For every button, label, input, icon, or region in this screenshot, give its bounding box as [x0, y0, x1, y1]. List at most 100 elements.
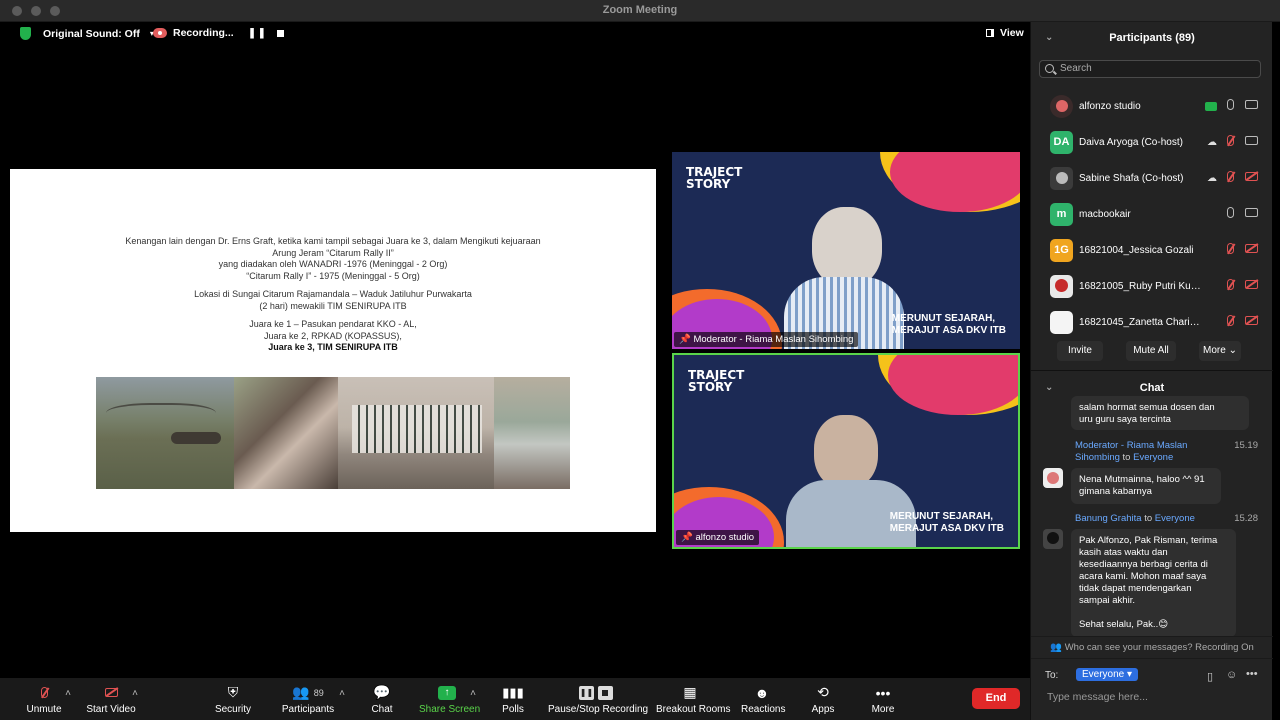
more-button[interactable]: ••• More: [871, 684, 895, 716]
chat-message: salam hormat semua dosen dan uru guru sa…: [1071, 396, 1249, 430]
shield-icon: ⛨: [227, 684, 239, 700]
collapse-chevron-icon[interactable]: ⌄: [1045, 22, 1053, 54]
camera-icon[interactable]: [1245, 208, 1258, 217]
video-off-icon: [104, 688, 118, 697]
muted-mic-icon[interactable]: [1227, 135, 1234, 146]
tile-caption: MERUNUT SEJARAH, MERAJUT ASA DKV ITB: [889, 511, 1004, 534]
video-tile-moderator[interactable]: TRAJECT STORY MERUNUT SEJARAH, MERAJUT ASA…: [672, 152, 1020, 349]
recipient-select[interactable]: Everyone ▾: [1076, 668, 1139, 681]
slide-line: “Citarum Rally I” - 1975 (Meninggal - 5 …: [246, 270, 420, 281]
pause-stop-recording-button[interactable]: ❚❚ Pause/Stop Recording: [548, 684, 648, 715]
video-tile-alfonzo[interactable]: TRAJECT STORY MERUNUT SEJARAH, MERAJUT ASA…: [672, 353, 1020, 549]
avatar: [1050, 166, 1073, 190]
more-dots-icon: •••: [875, 684, 891, 701]
polls-icon: ▮▮▮: [502, 684, 524, 700]
chat-timestamp: 15.19: [1234, 440, 1258, 451]
polls-button[interactable]: ▮▮▮ Polls: [499, 684, 527, 716]
chat-bubble-icon: 💬: [373, 684, 391, 700]
sharing-screen-icon: [1205, 101, 1217, 111]
meeting-toolbar: Unmute ˄ Start Video ˄ ⛨ Security 👥 89 Pa…: [0, 678, 1030, 720]
mic-icon[interactable]: [1227, 99, 1234, 110]
chat-more-icon[interactable]: •••: [1246, 668, 1258, 680]
camera-off-icon[interactable]: [1245, 244, 1258, 253]
participants-button[interactable]: 👥 89 Participants: [280, 684, 336, 715]
reactions-button[interactable]: ☻ Reactions: [741, 684, 785, 716]
camera-off-icon[interactable]: [1245, 172, 1258, 181]
end-meeting-button[interactable]: End: [972, 688, 1020, 709]
camera-icon[interactable]: [1245, 100, 1258, 109]
start-video-button[interactable]: Start Video: [86, 684, 136, 715]
participant-row[interactable]: 16821045_Zanetta Charissa...: [1031, 304, 1273, 340]
mute-all-button[interactable]: Mute All: [1126, 341, 1176, 361]
chat-message-text: salam hormat semua dosen dan: [1079, 402, 1215, 413]
pause-recording-icon[interactable]: ❚❚: [248, 27, 268, 39]
participants-more-button[interactable]: More ⌄: [1199, 341, 1241, 361]
participant-row[interactable]: 16821005_Ruby Putri Kurnia...: [1031, 268, 1273, 304]
stop-recording-icon[interactable]: [277, 29, 285, 37]
avatar: [1050, 274, 1073, 298]
avatar: [1050, 94, 1073, 118]
chat-message-text: gimana kabarnya: [1079, 486, 1152, 497]
chat-message-text: uru guru saya tercinta: [1079, 414, 1171, 425]
participants-search-input[interactable]: Search: [1039, 60, 1261, 78]
unmute-button[interactable]: Unmute: [26, 684, 62, 715]
stop-icon: [598, 685, 613, 700]
chat-button[interactable]: 💬 Chat: [367, 684, 397, 715]
participant-row[interactable]: m macbookair: [1031, 196, 1273, 232]
view-button[interactable]: View: [986, 27, 1024, 39]
muted-mic-icon[interactable]: [1227, 171, 1234, 182]
meeting-topbar: Original Sound: Off ▾ Recording... ❚❚ Vi…: [0, 22, 1030, 46]
participant-row[interactable]: alfonzo studio: [1031, 88, 1273, 124]
slide-line: Kenangan lain dengan Dr. Erns Graft, ket…: [125, 236, 541, 246]
chat-message-text: sampai akhir.: [1079, 595, 1135, 606]
chat-message-text: acara kami. Mohon maaf saya: [1079, 571, 1207, 582]
breakout-rooms-button[interactable]: ▦ Breakout Rooms: [656, 684, 730, 715]
original-sound-toggle[interactable]: Original Sound: Off ▾: [20, 27, 154, 40]
view-icon: [986, 29, 994, 37]
file-icon[interactable]: ▯: [1207, 670, 1213, 683]
apps-button[interactable]: ⟲ Apps: [811, 684, 835, 715]
camera-icon[interactable]: [1245, 136, 1258, 145]
avatar: [1043, 468, 1063, 488]
participant-name: 16821004_Jessica Gozali: [1079, 244, 1194, 256]
participant-row[interactable]: 1G 16821004_Jessica Gozali: [1031, 232, 1273, 268]
muted-mic-icon[interactable]: [1227, 315, 1234, 326]
mic-icon[interactable]: [1227, 207, 1234, 218]
video-options-chevron-icon[interactable]: ˄: [131, 688, 139, 699]
camera-off-icon[interactable]: [1245, 316, 1258, 325]
emoji-icon[interactable]: ☺: [1226, 669, 1237, 681]
audio-options-chevron-icon[interactable]: ˄: [64, 688, 72, 699]
slide-line: Juara ke 1 – Pasukan pendarat KKO - AL,: [249, 319, 417, 329]
divider: [1031, 658, 1273, 659]
slide-line: yang diadakan oleh WANADRI -1976 (Mening…: [218, 259, 448, 269]
chat-message-input[interactable]: Type message here...: [1047, 691, 1148, 703]
participant-row[interactable]: DA Daiva Aryoga (Co-host) ☁: [1031, 124, 1273, 160]
share-options-chevron-icon[interactable]: ˄: [469, 688, 477, 699]
search-icon: [1045, 64, 1054, 73]
muted-mic-icon[interactable]: [1227, 243, 1234, 254]
people-icon: 👥: [1050, 642, 1063, 653]
avatar: [1043, 529, 1063, 549]
slide-line: (2 hari) mewakili TIM SENIRUPA ITB: [259, 300, 407, 311]
share-screen-icon: ↑: [438, 685, 456, 700]
tile-caption: MERUNUT SEJARAH, MERAJUT ASA DKV ITB: [891, 313, 1006, 336]
chat-sender: Moderator - Riama Maslan Sihombing to Ev…: [1075, 440, 1188, 463]
avatar: [1050, 310, 1073, 334]
window-title: Zoom Meeting: [602, 4, 678, 16]
chat-sender: Banung Grahita to Everyone: [1075, 513, 1195, 524]
participant-name: 16821045_Zanetta Charissa...: [1079, 316, 1203, 328]
message-visibility-notice[interactable]: 👥 Who can see your messages? Recording O…: [1031, 642, 1273, 653]
tile-brand: TRAJECT STORY: [686, 165, 743, 191]
camera-off-icon[interactable]: [1245, 280, 1258, 289]
slide-line: Lokasi di Sungai Citarum Rajamandala – W…: [194, 289, 472, 299]
avatar: m: [1050, 202, 1073, 226]
invite-button[interactable]: Invite: [1057, 341, 1103, 361]
muted-mic-icon[interactable]: [1227, 279, 1234, 290]
collapse-chevron-icon[interactable]: ⌄: [1045, 374, 1053, 402]
cloud-recording-icon: [153, 28, 167, 38]
security-button[interactable]: ⛨ Security: [213, 684, 253, 715]
participant-row[interactable]: Sabine Shafa (Co-host) ☁: [1031, 160, 1273, 196]
participants-chevron-icon[interactable]: ˄: [338, 688, 346, 699]
share-screen-button[interactable]: ↑ Share Screen: [419, 684, 480, 715]
view-label: View: [1000, 27, 1024, 39]
